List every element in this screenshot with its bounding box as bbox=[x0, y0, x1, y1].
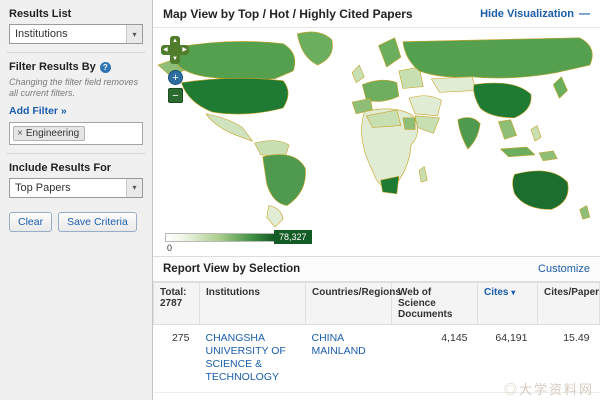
sidebar-divider bbox=[7, 52, 145, 53]
col-documents: Web of Science Documents bbox=[392, 283, 478, 325]
pan-up-icon: ▲ bbox=[172, 38, 178, 44]
include-results-select[interactable]: Top Papers ▾ bbox=[9, 178, 143, 198]
clear-button[interactable]: Clear bbox=[9, 212, 52, 232]
report-title: Report View by Selection bbox=[163, 263, 300, 275]
report-header: Report View by Selection Customize bbox=[153, 256, 600, 282]
legend-max-value: 78,327 bbox=[274, 230, 312, 244]
country-link[interactable]: CHINA MAINLAND bbox=[312, 332, 386, 358]
map-countries bbox=[158, 32, 592, 227]
col-institutions: Institutions bbox=[200, 283, 306, 325]
table-header-row: Total: 2787 Institutions Countries/Regio… bbox=[154, 283, 600, 325]
map-controls: ▲ ▼ ◀ ▶ + − bbox=[161, 36, 189, 103]
filter-by-label: Filter Results By bbox=[9, 61, 96, 73]
cell-total: 275 bbox=[154, 325, 200, 393]
filters-sidebar: Results List Institutions ▾ Filter Resul… bbox=[0, 0, 153, 400]
zoom-in-button[interactable]: + bbox=[168, 70, 183, 85]
include-results-label: Include Results For bbox=[9, 162, 143, 174]
collapse-icon: — bbox=[579, 8, 590, 20]
map-title: Map View by Top / Hot / Highly Cited Pap… bbox=[163, 7, 413, 21]
customize-link[interactable]: Customize bbox=[538, 263, 590, 275]
filter-box: × Engineering bbox=[9, 122, 143, 145]
results-list-value: Institutions bbox=[15, 28, 68, 40]
cell-cites: 64,191 bbox=[478, 325, 538, 393]
map-header: Map View by Top / Hot / Highly Cited Pap… bbox=[153, 0, 600, 28]
col-countries: Countries/Regions bbox=[306, 283, 392, 325]
zoom-out-button[interactable]: − bbox=[168, 88, 183, 103]
cites-sort-label[interactable]: Cites bbox=[484, 287, 508, 298]
cell-cites-per-paper: 15.49 bbox=[538, 325, 600, 393]
chevron-down-icon: ▾ bbox=[126, 25, 142, 43]
map-legend: 78,327 0 bbox=[165, 230, 600, 256]
world-map-canvas[interactable]: ▲ ▼ ◀ ▶ + − bbox=[153, 28, 600, 228]
filter-tag-engineering: × Engineering bbox=[13, 126, 85, 141]
legend-min-value: 0 bbox=[167, 243, 172, 253]
add-filter-link[interactable]: Add Filter » bbox=[9, 105, 67, 117]
remove-filter-icon[interactable]: × bbox=[17, 128, 23, 139]
cell-documents: 4,145 bbox=[392, 325, 478, 393]
legend-gradient-bar bbox=[165, 233, 275, 242]
institution-link[interactable]: CHANGSHA UNIVERSITY OF SCIENCE & TECHNOL… bbox=[206, 332, 300, 385]
table-row: 275 CHANGSHA UNIVERSITY OF SCIENCE & TEC… bbox=[154, 325, 600, 393]
col-cites[interactable]: Cites ▾ bbox=[478, 283, 538, 325]
map-pan-control[interactable]: ▲ ▼ ◀ ▶ bbox=[161, 36, 189, 64]
hide-visualization-label: Hide Visualization bbox=[480, 8, 574, 20]
include-results-value: Top Papers bbox=[15, 182, 71, 194]
col-total: Total: 2787 bbox=[154, 283, 200, 325]
results-list-label: Results List bbox=[9, 8, 143, 20]
chevron-down-icon: ▾ bbox=[126, 179, 142, 197]
hide-visualization-link[interactable]: Hide Visualization — bbox=[480, 8, 590, 20]
filter-tag-label: Engineering bbox=[26, 128, 79, 139]
filter-note: Changing the filter field removes all cu… bbox=[9, 77, 143, 100]
results-list-select[interactable]: Institutions ▾ bbox=[9, 24, 143, 44]
col-cites-per-paper: Cites/Paper bbox=[538, 283, 600, 325]
help-icon[interactable]: ? bbox=[100, 62, 111, 73]
main-panel: Map View by Top / Hot / Highly Cited Pap… bbox=[153, 0, 600, 400]
sidebar-divider bbox=[7, 153, 145, 154]
sort-desc-icon: ▾ bbox=[511, 288, 515, 297]
pan-right-icon: ▶ bbox=[182, 47, 187, 53]
pan-left-icon: ◀ bbox=[163, 47, 168, 53]
pan-down-icon: ▼ bbox=[172, 56, 178, 62]
world-map[interactable] bbox=[153, 28, 600, 228]
app-window: Results List Institutions ▾ Filter Resul… bbox=[0, 0, 600, 400]
report-table: Total: 2787 Institutions Countries/Regio… bbox=[153, 282, 600, 393]
zoom-controls: + − bbox=[168, 70, 189, 103]
save-criteria-button[interactable]: Save Criteria bbox=[58, 212, 137, 232]
